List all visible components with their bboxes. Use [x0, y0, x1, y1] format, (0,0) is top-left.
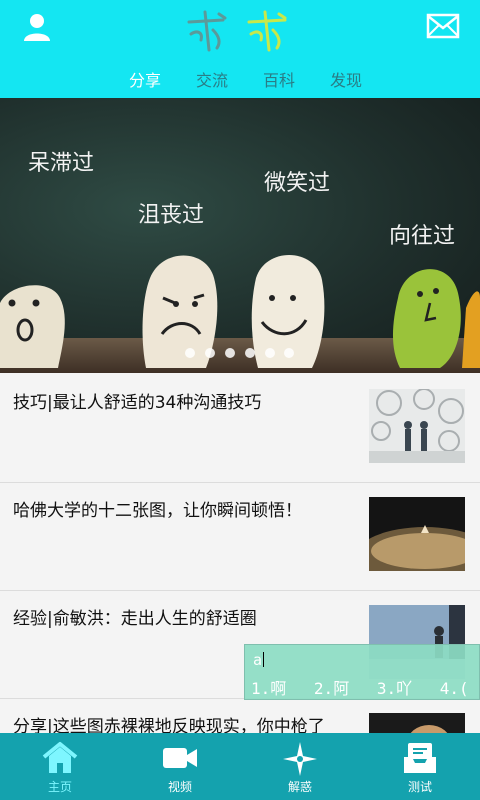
compass-star-icon	[283, 742, 317, 776]
ime-candidate-popup: a 1.啊 2.阿 3.吖 4.(	[244, 644, 480, 700]
ime-candidate[interactable]: 3.吖	[377, 679, 412, 698]
video-camera-icon	[163, 748, 197, 768]
bottom-tab-bar: 主页 视频 解惑 测试	[0, 733, 480, 800]
tab-exchange[interactable]: 交流	[196, 67, 228, 91]
tab-label: 测试	[407, 780, 432, 794]
caption-1: 呆滞过	[28, 151, 94, 176]
home-icon	[42, 742, 78, 773]
mail-icon	[426, 13, 460, 39]
ime-candidate-list: 1.啊 2.阿 3.吖 4.(	[251, 675, 480, 699]
caption-2: 沮丧过	[138, 203, 204, 228]
carousel-dot[interactable]	[265, 348, 275, 358]
banner-image: 呆滞过 沮丧过 微笑过 向往过	[0, 151, 480, 368]
tab-label: 主页	[47, 780, 72, 794]
inbox-test-icon	[404, 743, 436, 773]
carousel-dot[interactable]	[205, 348, 215, 358]
user-profile-button[interactable]	[20, 10, 54, 44]
tab-test[interactable]: 测试	[360, 733, 480, 800]
caption-4: 向往过	[389, 224, 455, 249]
article-title: 技巧|最让人舒适的34种沟通技巧	[13, 393, 262, 413]
article-title: 经验|俞敏洪：走出人生的舒适圈	[13, 609, 257, 629]
ime-composition-text: a	[253, 651, 265, 669]
top-header: 分享 交流 百科 发现	[0, 0, 480, 98]
article-item[interactable]: 技巧|最让人舒适的34种沟通技巧	[0, 375, 480, 483]
article-title: 哈佛大学的十二张图，让你瞬间顿悟！	[13, 501, 302, 521]
carousel-dot[interactable]	[225, 348, 235, 358]
tab-share[interactable]: 分享	[129, 67, 161, 91]
tab-discover[interactable]: 发现	[330, 67, 362, 91]
tab-label: 解惑	[287, 780, 312, 794]
tab-answers[interactable]: 解惑	[240, 733, 360, 800]
article-item[interactable]: 哈佛大学的十二张图，让你瞬间顿悟！	[0, 483, 480, 591]
tab-video[interactable]: 视频	[120, 733, 240, 800]
text-caret	[263, 652, 265, 667]
category-nav: 分享 交流 百科 发现	[0, 62, 480, 96]
tab-home[interactable]: 主页	[0, 733, 120, 800]
ime-candidate[interactable]: 4.(	[440, 679, 469, 698]
tab-label: 视频	[167, 780, 192, 794]
carousel-dot[interactable]	[284, 348, 294, 358]
messages-button[interactable]	[426, 12, 460, 40]
ime-candidate[interactable]: 1.啊	[251, 679, 286, 698]
article-thumbnail	[369, 497, 465, 571]
carousel-dot[interactable]	[245, 348, 255, 358]
banner-carousel[interactable]: 呆滞过 沮丧过 微笑过 向往过	[0, 98, 480, 373]
caption-3: 微笑过	[264, 171, 330, 196]
user-icon	[24, 14, 50, 41]
app-logo	[183, 6, 298, 56]
ime-candidate[interactable]: 2.阿	[314, 679, 349, 698]
carousel-dot[interactable]	[185, 348, 195, 358]
carousel-indicator	[0, 348, 480, 362]
article-thumbnail	[369, 389, 465, 463]
tab-encyclopedia[interactable]: 百科	[263, 67, 295, 91]
